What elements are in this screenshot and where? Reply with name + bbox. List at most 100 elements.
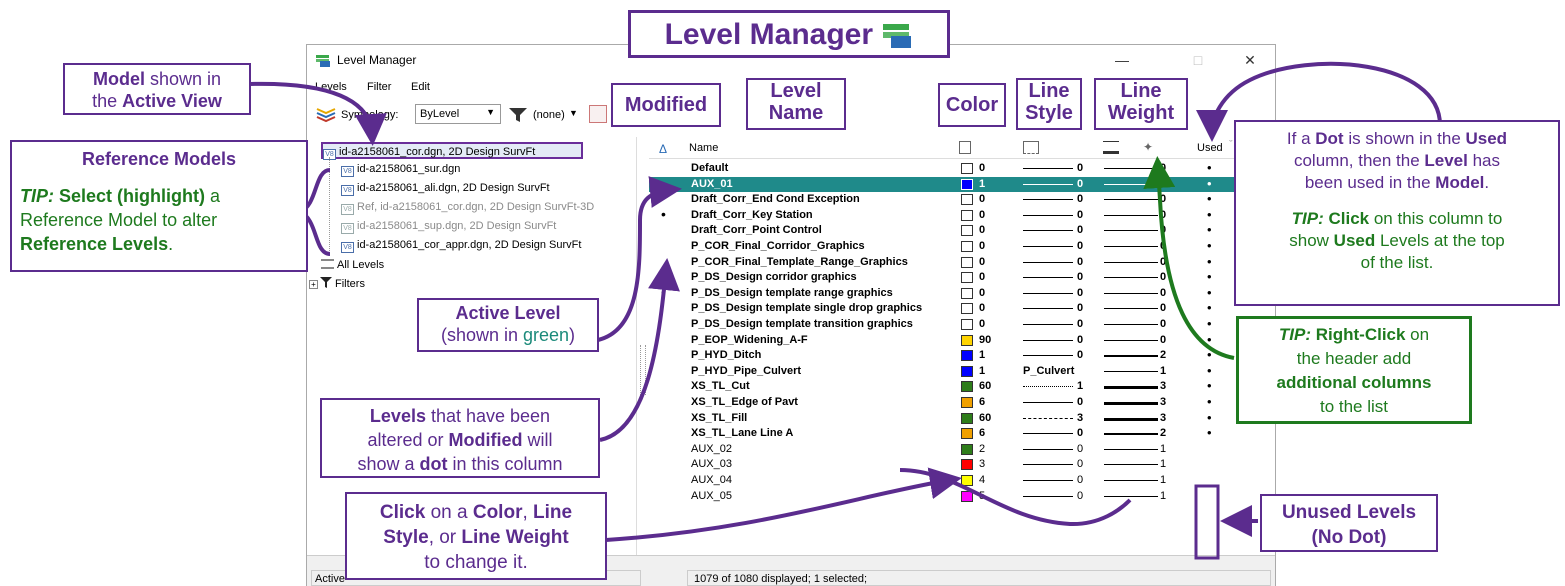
line-style-number[interactable]: 0 bbox=[1077, 208, 1083, 224]
line-weight-number[interactable]: 1 bbox=[1160, 473, 1166, 489]
color-number[interactable]: 0 bbox=[979, 270, 985, 286]
level-row[interactable]: • P_DS_Design template range graphics 0 0 0 • bbox=[649, 285, 1269, 302]
color-swatch[interactable] bbox=[961, 225, 973, 237]
color-swatch[interactable] bbox=[961, 475, 973, 486]
level-row[interactable]: P_DS_Design template single drop graphic… bbox=[649, 301, 1269, 317]
line-weight-number[interactable]: 1 bbox=[1160, 489, 1166, 505]
line-style-number[interactable]: 0 bbox=[1077, 457, 1083, 473]
line-weight-sample[interactable] bbox=[1104, 214, 1158, 216]
line-style-sample[interactable] bbox=[1023, 464, 1073, 466]
color-swatch[interactable] bbox=[961, 428, 973, 440]
color-number[interactable]: 0 bbox=[979, 317, 985, 333]
line-style-number[interactable]: 0 bbox=[1077, 286, 1083, 302]
modified-column-header[interactable]: Δ bbox=[659, 142, 667, 156]
line-style-sample[interactable] bbox=[1023, 339, 1073, 341]
level-row[interactable]: P_EOP_Widening_A-F 90 0 0 • bbox=[649, 333, 1269, 349]
line-weight-number[interactable]: 0 bbox=[1160, 270, 1166, 286]
line-style-number[interactable]: 0 bbox=[1077, 333, 1083, 349]
color-number[interactable]: 60 bbox=[979, 411, 991, 427]
color-swatch[interactable] bbox=[961, 287, 973, 299]
level-display-icon[interactable] bbox=[315, 103, 337, 123]
color-swatch[interactable] bbox=[961, 163, 973, 174]
line-weight-number[interactable]: 0 bbox=[1160, 208, 1166, 224]
line-style-sample[interactable] bbox=[1023, 495, 1073, 497]
line-weight-sample[interactable] bbox=[1104, 246, 1158, 247]
line-style-sample[interactable] bbox=[1023, 324, 1073, 325]
tree-item-active-model[interactable]: V8 id-a2158061_cor.dgn, 2D Design SurvFt bbox=[321, 142, 583, 160]
line-weight-sample[interactable] bbox=[1104, 464, 1158, 466]
line-style-sample[interactable] bbox=[1023, 386, 1073, 388]
level-row[interactable]: XS_TL_Edge of Pavt 6 0 3 • bbox=[649, 395, 1269, 411]
color-number[interactable]: 6 bbox=[979, 395, 985, 411]
color-swatch[interactable] bbox=[961, 412, 973, 424]
line-style-sample[interactable] bbox=[1023, 480, 1073, 481]
line-weight-number[interactable]: 0 bbox=[1160, 333, 1166, 349]
line-style-sample[interactable] bbox=[1023, 214, 1073, 216]
color-number[interactable]: 1 bbox=[979, 364, 985, 380]
line-style-number[interactable]: 0 bbox=[1077, 489, 1083, 505]
color-swatch[interactable] bbox=[961, 194, 973, 206]
chevron-down-icon[interactable]: ▼ bbox=[569, 108, 578, 118]
line-weight-sample[interactable] bbox=[1104, 199, 1158, 201]
color-swatch[interactable] bbox=[961, 256, 973, 268]
line-weight-sample[interactable] bbox=[1104, 183, 1158, 185]
line-weight-number[interactable]: 1 bbox=[1160, 442, 1166, 458]
line-weight-number[interactable]: 0 bbox=[1160, 239, 1166, 255]
name-column-header[interactable]: Name bbox=[689, 142, 718, 154]
line-style-sample[interactable] bbox=[1023, 277, 1073, 279]
line-style-sample[interactable] bbox=[1023, 292, 1073, 294]
color-number[interactable]: 3 bbox=[979, 457, 985, 473]
line-style-number[interactable]: 3 bbox=[1077, 411, 1083, 427]
line-weight-number[interactable]: 0 bbox=[1160, 286, 1166, 302]
level-row[interactable]: • P_DS_Design corridor graphics 0 0 0 • bbox=[649, 269, 1269, 286]
color-swatch[interactable] bbox=[961, 178, 973, 190]
line-weight-number[interactable]: 0 bbox=[1160, 161, 1166, 177]
level-row[interactable]: XS_TL_Lane Line A 6 0 2 • bbox=[649, 426, 1269, 442]
color-number[interactable]: 0 bbox=[979, 223, 985, 239]
color-swatch[interactable] bbox=[961, 334, 973, 346]
symbology-select[interactable]: ByLevel ▼ bbox=[415, 104, 501, 124]
line-style-number[interactable]: 0 bbox=[1077, 301, 1083, 317]
color-swatch[interactable] bbox=[961, 272, 973, 284]
menu-edit[interactable]: Edit bbox=[411, 81, 430, 93]
line-style-sample[interactable] bbox=[1023, 448, 1073, 450]
level-row[interactable]: Draft_Corr_Point Control 0 0 0 • bbox=[649, 223, 1269, 239]
line-style-number[interactable]: 0 bbox=[1077, 426, 1083, 442]
level-row[interactable]: AUX_05 5 0 1 bbox=[649, 489, 1269, 505]
line-weight-number[interactable]: 3 bbox=[1160, 411, 1166, 427]
line-weight-number[interactable]: 0 bbox=[1160, 177, 1166, 193]
line-weight-sample[interactable] bbox=[1104, 433, 1158, 436]
level-row[interactable]: XS_TL_Fill 60 3 3 • bbox=[649, 411, 1269, 427]
tree-item-all-levels[interactable]: All Levels bbox=[321, 257, 384, 274]
color-swatch[interactable] bbox=[961, 443, 973, 455]
tree-item-reference[interactable]: V8 Ref, id-a2158061_cor.dgn, 2D Design Su… bbox=[341, 199, 594, 216]
line-style-number[interactable]: 0 bbox=[1077, 192, 1083, 208]
line-weight-sample[interactable] bbox=[1104, 292, 1158, 294]
expand-plus-icon[interactable]: + bbox=[309, 280, 318, 289]
line-weight-sample[interactable] bbox=[1104, 230, 1158, 232]
line-style-sample[interactable] bbox=[1023, 199, 1073, 201]
color-number[interactable]: 90 bbox=[979, 333, 991, 349]
line-weight-number[interactable]: 0 bbox=[1160, 223, 1166, 239]
color-number[interactable]: 60 bbox=[979, 379, 991, 395]
minimize-button[interactable]: — bbox=[1107, 49, 1137, 71]
line-style-sample[interactable] bbox=[1023, 308, 1073, 310]
line-weight-sample[interactable] bbox=[1104, 277, 1158, 279]
line-weight-sample[interactable] bbox=[1104, 386, 1158, 390]
color-swatch[interactable] bbox=[961, 459, 973, 471]
level-row[interactable]: • Draft_Corr_Key Station 0 0 0 • bbox=[649, 207, 1269, 224]
line-weight-sample[interactable] bbox=[1104, 402, 1158, 405]
line-style-number[interactable]: 0 bbox=[1077, 223, 1083, 239]
color-swatch[interactable] bbox=[961, 490, 973, 502]
tree-item-reference[interactable]: V8 id-a2158061_cor_appr.dgn, 2D Design Su… bbox=[341, 237, 581, 254]
filter-icon[interactable] bbox=[507, 106, 529, 124]
line-style-number[interactable]: 0 bbox=[1077, 442, 1083, 458]
line-weight-column-icon[interactable] bbox=[1103, 141, 1119, 154]
line-style-number[interactable]: 0 bbox=[1077, 161, 1083, 177]
line-style-sample[interactable] bbox=[1023, 230, 1073, 232]
line-weight-sample[interactable] bbox=[1104, 261, 1158, 263]
line-style-number[interactable]: 0 bbox=[1077, 317, 1083, 333]
color-swatch[interactable] bbox=[961, 319, 973, 330]
line-weight-sample[interactable] bbox=[1104, 448, 1158, 450]
tree-item-filters[interactable]: + Filters bbox=[309, 276, 365, 293]
